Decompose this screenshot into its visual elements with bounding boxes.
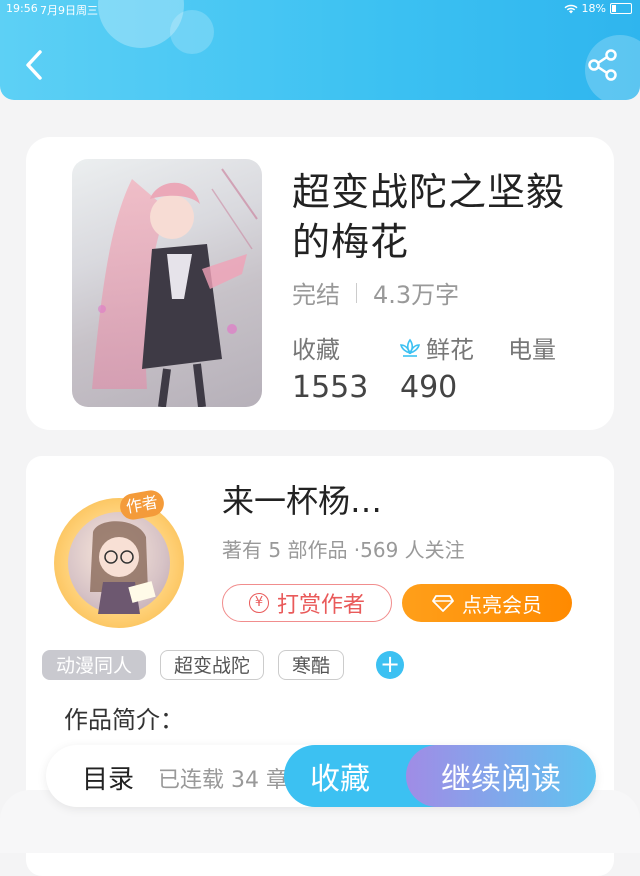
divider [356,282,357,303]
avatar-image [68,512,170,614]
wifi-icon [564,4,578,13]
author-name[interactable]: 来一杯杨… [222,476,382,522]
status-date: 7月9日周三 [40,4,98,17]
book-meta: 完结 4.3万字 [292,275,459,310]
stat-flowers-label: 鲜花 [426,336,474,364]
continue-label: 继续阅读 [441,762,561,797]
continue-reading-button[interactable]: 继续阅读 [406,745,596,807]
stat-power-label[interactable]: 电量 [508,330,556,365]
tag[interactable]: 超变战陀 [160,650,265,680]
avatar-illustration [90,521,156,614]
decor-bubble [170,10,214,54]
book-card: 超变战陀之坚毅的梅花 完结 4.3万字 收藏 鲜花 电量 1553 490 [26,137,614,430]
tip-author-button[interactable]: ¥ 打赏作者 [222,584,392,622]
share-button[interactable] [586,48,620,82]
status-time: 19:56 [6,2,38,15]
book-cover[interactable] [72,159,262,407]
serial-status: 已连载 34 章 [158,768,288,793]
bottom-bar: 目录 已连载 34 章 收藏 继续阅读 [46,745,596,807]
lotus-flower-icon [399,338,421,357]
yen-icon: ¥ [248,593,269,613]
chevron-left-icon [26,50,42,80]
stat-favorites-label: 收藏 [292,336,340,364]
stat-flowers[interactable]: 鲜花 [398,330,474,365]
top-header: 19:56 7月9日周三 18% [0,0,640,100]
book-status: 完结 [292,281,340,309]
diamond-icon [432,595,454,612]
author-avatar[interactable]: 作者 [54,488,184,628]
author-info: 著有 5 部作品 ·569 人关注 [222,538,465,562]
cover-illustration [92,168,258,407]
battery-icon [610,3,632,14]
vip-button[interactable]: 点亮会员 [402,584,572,622]
tag[interactable]: 寒酷 [278,650,345,680]
vip-label: 点亮会员 [462,592,542,617]
intro-label: 作品简介： [64,706,184,734]
tip-author-label: 打赏作者 [276,593,365,618]
stat-flowers-value: 490 [400,370,458,405]
share-icon [588,49,617,81]
book-title: 超变战陀之坚毅的梅花 [292,170,566,264]
stat-favorites-value: 1553 [292,370,369,405]
book-word-count: 4.3万字 [373,281,460,309]
tag[interactable]: 动漫同人 [42,650,147,680]
battery-percent: 18% [581,2,606,15]
status-right: 18% [564,2,632,15]
add-tag-button[interactable]: + [376,651,405,679]
catalog-button[interactable]: 目录 [82,759,134,796]
tag-list: 动漫同人 超变战陀 寒酷 + [42,650,405,680]
collect-label: 收藏 [310,762,370,797]
back-button[interactable] [20,48,50,82]
